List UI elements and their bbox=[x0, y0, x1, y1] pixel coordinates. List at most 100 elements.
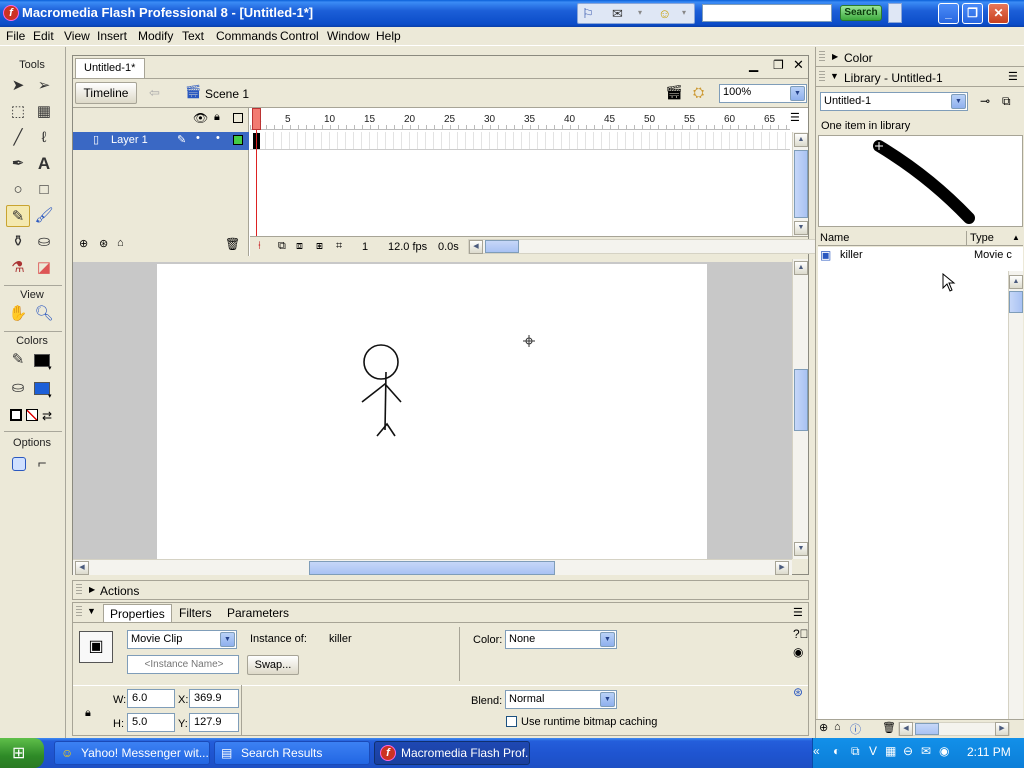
type-column-header[interactable]: Type bbox=[970, 232, 994, 244]
scroll-thumb[interactable] bbox=[794, 369, 808, 431]
hand-tool-icon[interactable]: ✋ bbox=[6, 303, 30, 325]
tray-icon[interactable]: ▦ bbox=[885, 744, 896, 758]
color-effect-dropdown[interactable]: None ▼ bbox=[505, 630, 617, 649]
close-button[interactable]: ✕ bbox=[988, 3, 1009, 24]
edit-multiple-frames-icon[interactable]: ⧆ bbox=[316, 240, 323, 253]
modify-onion-markers-icon[interactable]: ⌗ bbox=[336, 240, 342, 253]
taskbar-item-search-results[interactable]: ▤ Search Results bbox=[214, 741, 370, 765]
timeline-menu-icon[interactable]: ☰ bbox=[790, 111, 800, 124]
accessibility-icon[interactable]: ⊛ bbox=[793, 685, 803, 699]
scroll-down-icon[interactable]: ▼ bbox=[794, 542, 808, 556]
search-button[interactable]: Search bbox=[840, 5, 882, 21]
properties-icon[interactable]: ⓘ bbox=[850, 721, 861, 737]
chevron-down-icon[interactable]: ▼ bbox=[600, 692, 615, 707]
chevron-down-icon[interactable]: ▼ bbox=[790, 86, 805, 101]
y-field[interactable]: 127.9 bbox=[189, 713, 239, 732]
tab-properties[interactable]: Properties bbox=[103, 604, 172, 622]
pen-tool-icon[interactable]: ✒ bbox=[6, 153, 30, 175]
collapse-arrow-icon[interactable]: ▼ bbox=[87, 606, 96, 616]
menu-edit[interactable]: Edit bbox=[33, 29, 54, 43]
chevron-down-icon[interactable]: ▼ bbox=[220, 632, 235, 647]
panel-grip[interactable] bbox=[76, 606, 82, 618]
pasteboard[interactable] bbox=[73, 259, 792, 560]
outline-color-swatch[interactable] bbox=[233, 135, 243, 145]
color-panel-header[interactable]: ▶ Color bbox=[816, 47, 1024, 67]
volume-icon[interactable]: ◉ bbox=[939, 744, 949, 758]
document-tab[interactable]: Untitled-1* bbox=[75, 58, 145, 78]
yahoo-toolbar-icons[interactable]: ⚐ ✉ ▾ ☺ ▾ bbox=[577, 3, 695, 24]
chevron-down-icon[interactable]: ▾ bbox=[682, 8, 686, 17]
toolbar-options-icon[interactable] bbox=[888, 3, 902, 23]
stage[interactable] bbox=[157, 264, 707, 560]
menu-insert[interactable]: Insert bbox=[97, 29, 127, 43]
text-tool-icon[interactable]: A bbox=[32, 153, 56, 175]
minimize-doc-icon[interactable]: ▁ bbox=[749, 58, 758, 72]
onion-skin-icon[interactable]: ⧉ bbox=[278, 240, 286, 253]
bitmap-caching-checkbox[interactable] bbox=[506, 716, 517, 727]
restore-doc-icon[interactable]: ❐ bbox=[773, 58, 784, 72]
menu-help[interactable]: Help bbox=[376, 29, 401, 43]
timeline-hscrollbar[interactable]: ◀ ▶ bbox=[468, 239, 858, 254]
frame-ruler[interactable]: 1 5 10 15 20 25 30 35 40 45 50 55 60 65 bbox=[250, 108, 790, 130]
library-item-name[interactable]: killer bbox=[840, 249, 863, 261]
lock-dot[interactable]: • bbox=[216, 132, 220, 144]
height-field[interactable]: 5.0 bbox=[127, 713, 175, 732]
blend-dropdown[interactable]: Normal ▼ bbox=[505, 690, 617, 709]
timeline-scrollbar[interactable]: ▲ ▼ bbox=[792, 132, 808, 238]
minimize-button[interactable]: _ bbox=[938, 3, 959, 24]
scroll-thumb[interactable] bbox=[485, 240, 519, 253]
zoom-dropdown[interactable]: 100% ▼ bbox=[719, 84, 807, 103]
new-folder-icon[interactable]: ⌂ bbox=[834, 721, 841, 733]
start-button[interactable]: ⊞ bbox=[0, 738, 44, 768]
taskbar-item-flash[interactable]: f Macromedia Flash Prof... bbox=[374, 741, 530, 765]
chevron-down-icon[interactable]: ▾ bbox=[638, 8, 642, 17]
library-panel-header[interactable]: ▼ Library - Untitled-1 ☰ bbox=[816, 67, 1024, 87]
visibility-dot[interactable]: • bbox=[196, 132, 200, 144]
pin-library-icon[interactable]: ⊸ bbox=[980, 94, 990, 108]
free-transform-tool-icon[interactable]: ⬚ bbox=[6, 101, 30, 123]
symbol-type-dropdown[interactable]: Movie Clip ▼ bbox=[127, 630, 237, 649]
instance-name-input[interactable] bbox=[127, 655, 239, 674]
scroll-thumb[interactable] bbox=[915, 723, 939, 735]
paint-bucket-tool-icon[interactable]: ⛀ bbox=[32, 231, 56, 253]
pencil-mode-icon[interactable]: ⌐ bbox=[30, 453, 54, 475]
menu-window[interactable]: Window bbox=[327, 29, 370, 43]
chevron-down-icon[interactable]: ▼ bbox=[951, 94, 966, 109]
oval-tool-icon[interactable]: ○ bbox=[6, 179, 30, 201]
search-input[interactable] bbox=[702, 4, 832, 22]
rectangle-tool-icon[interactable]: □ bbox=[32, 179, 56, 201]
onion-skin-outlines-icon[interactable]: ⧈ bbox=[296, 240, 303, 253]
brush-tool-icon[interactable]: 🖌 bbox=[32, 205, 56, 227]
panel-grip[interactable] bbox=[76, 584, 82, 596]
tray-icon[interactable]: ✉ bbox=[921, 744, 931, 758]
library-doc-dropdown[interactable]: Untitled-1 ▼ bbox=[820, 92, 968, 111]
scroll-left-icon[interactable]: ◀ bbox=[469, 240, 483, 254]
library-panel-title[interactable]: Library - Untitled-1 bbox=[844, 71, 943, 85]
network-icon[interactable]: ⧉ bbox=[851, 744, 860, 759]
center-frame-icon[interactable]: ⍿ bbox=[258, 240, 261, 253]
new-library-panel-icon[interactable]: ⧉ bbox=[1002, 94, 1011, 109]
restore-button[interactable]: ❐ bbox=[962, 3, 983, 24]
scroll-right-icon[interactable]: ▶ bbox=[775, 561, 789, 575]
panel-grip[interactable] bbox=[819, 51, 825, 63]
x-field[interactable]: 369.9 bbox=[189, 689, 239, 708]
edit-icon[interactable]: ◉ bbox=[793, 645, 803, 659]
subselection-tool-icon[interactable]: ➢ bbox=[32, 75, 56, 97]
library-hscrollbar[interactable]: ◀ ▶ bbox=[898, 722, 1010, 736]
menu-view[interactable]: View bbox=[64, 29, 90, 43]
scroll-up-icon[interactable]: ▲ bbox=[794, 261, 808, 275]
new-symbol-icon[interactable]: ⊕ bbox=[819, 721, 828, 734]
menu-file[interactable]: File bbox=[6, 29, 25, 43]
swap-colors-icon[interactable]: ⇄ bbox=[42, 409, 52, 423]
frames-row[interactable] bbox=[250, 132, 790, 150]
expand-arrow-icon[interactable]: ▶ bbox=[89, 585, 95, 594]
playhead[interactable] bbox=[252, 108, 261, 130]
outline-icon[interactable] bbox=[233, 113, 243, 123]
scroll-thumb[interactable] bbox=[309, 561, 555, 575]
scroll-up-icon[interactable]: ▲ bbox=[794, 133, 808, 147]
pencil-tool-icon[interactable]: ✎ bbox=[6, 205, 30, 227]
panel-grip[interactable] bbox=[819, 71, 825, 83]
library-item[interactable]: ▣ killer Movie c bbox=[818, 247, 1023, 265]
clock[interactable]: 2:11 PM bbox=[967, 745, 1011, 759]
scene-label[interactable]: Scene 1 bbox=[205, 87, 249, 101]
